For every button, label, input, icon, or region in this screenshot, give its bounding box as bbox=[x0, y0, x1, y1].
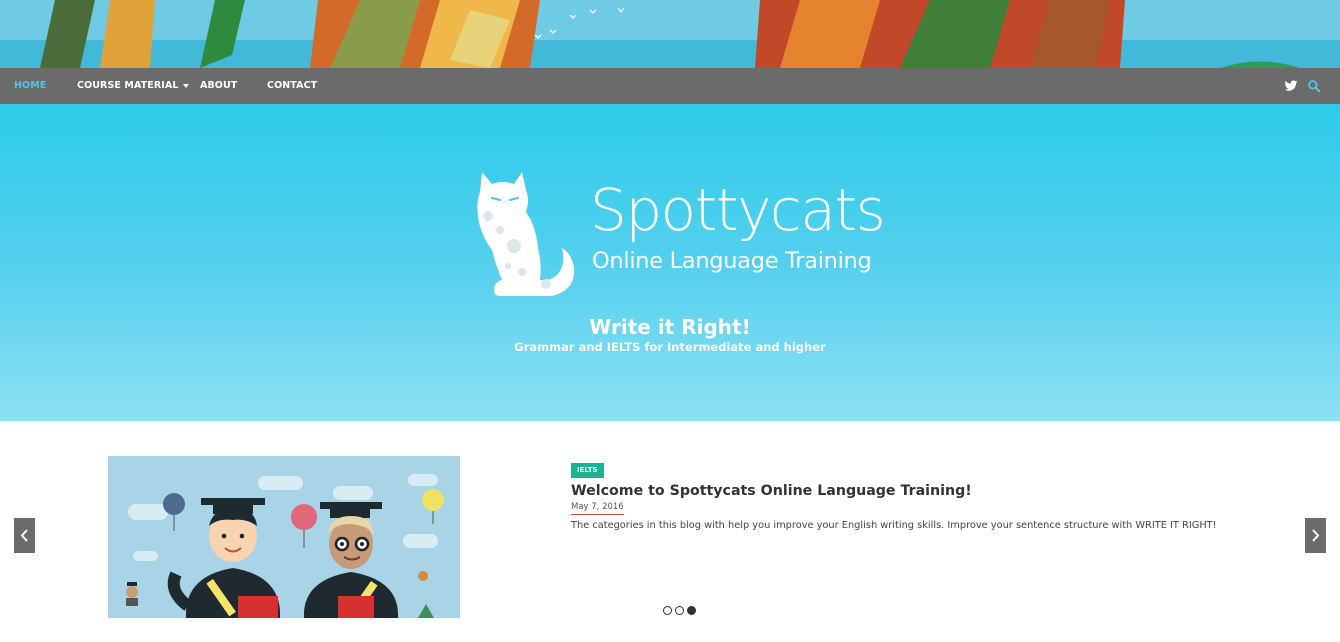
post-excerpt: The categories in this blog with help yo… bbox=[571, 520, 1217, 531]
category-badge[interactable]: IELTS bbox=[571, 463, 604, 478]
twitter-icon[interactable] bbox=[1284, 79, 1298, 93]
post-title-link[interactable]: Welcome to Spottycats Online Language Tr… bbox=[571, 481, 972, 501]
slider-next-button[interactable] bbox=[1305, 518, 1326, 553]
post-date: May 7, 2016 bbox=[571, 502, 624, 515]
slider-dot-1[interactable] bbox=[663, 606, 672, 615]
nav-item-about[interactable]: ABOUT bbox=[200, 68, 237, 104]
slider-dot-2[interactable] bbox=[675, 606, 684, 615]
main-navigation: HOME COURSE MATERIAL ABOUT CONTACT bbox=[0, 68, 1340, 104]
header-illustration bbox=[0, 0, 1340, 68]
header-banner-art bbox=[0, 0, 1340, 68]
chevron-down-icon bbox=[182, 83, 189, 88]
nav-item-home[interactable]: HOME bbox=[14, 68, 46, 104]
slide-featured-image[interactable] bbox=[108, 456, 460, 618]
chevron-right-icon bbox=[1312, 529, 1320, 542]
search-icon[interactable] bbox=[1307, 79, 1321, 93]
logo-subtitle: Online Language Training bbox=[592, 248, 872, 274]
nav-item-contact[interactable]: CONTACT bbox=[267, 68, 317, 104]
nav-item-label: COURSE MATERIAL bbox=[77, 80, 179, 91]
nav-item-course-material[interactable]: COURSE MATERIAL bbox=[77, 68, 189, 104]
slider-dot-3[interactable] bbox=[687, 606, 696, 615]
hero-tagline: Grammar and IELTS for Intermediate and h… bbox=[514, 340, 826, 354]
slider-prev-button[interactable] bbox=[14, 518, 35, 553]
graduates-illustration bbox=[108, 456, 460, 618]
hero-heading: Write it Right! bbox=[589, 315, 751, 339]
chevron-left-icon bbox=[20, 529, 28, 542]
cat-logo-icon bbox=[477, 172, 575, 296]
logo-title: Spottycats bbox=[590, 176, 886, 244]
